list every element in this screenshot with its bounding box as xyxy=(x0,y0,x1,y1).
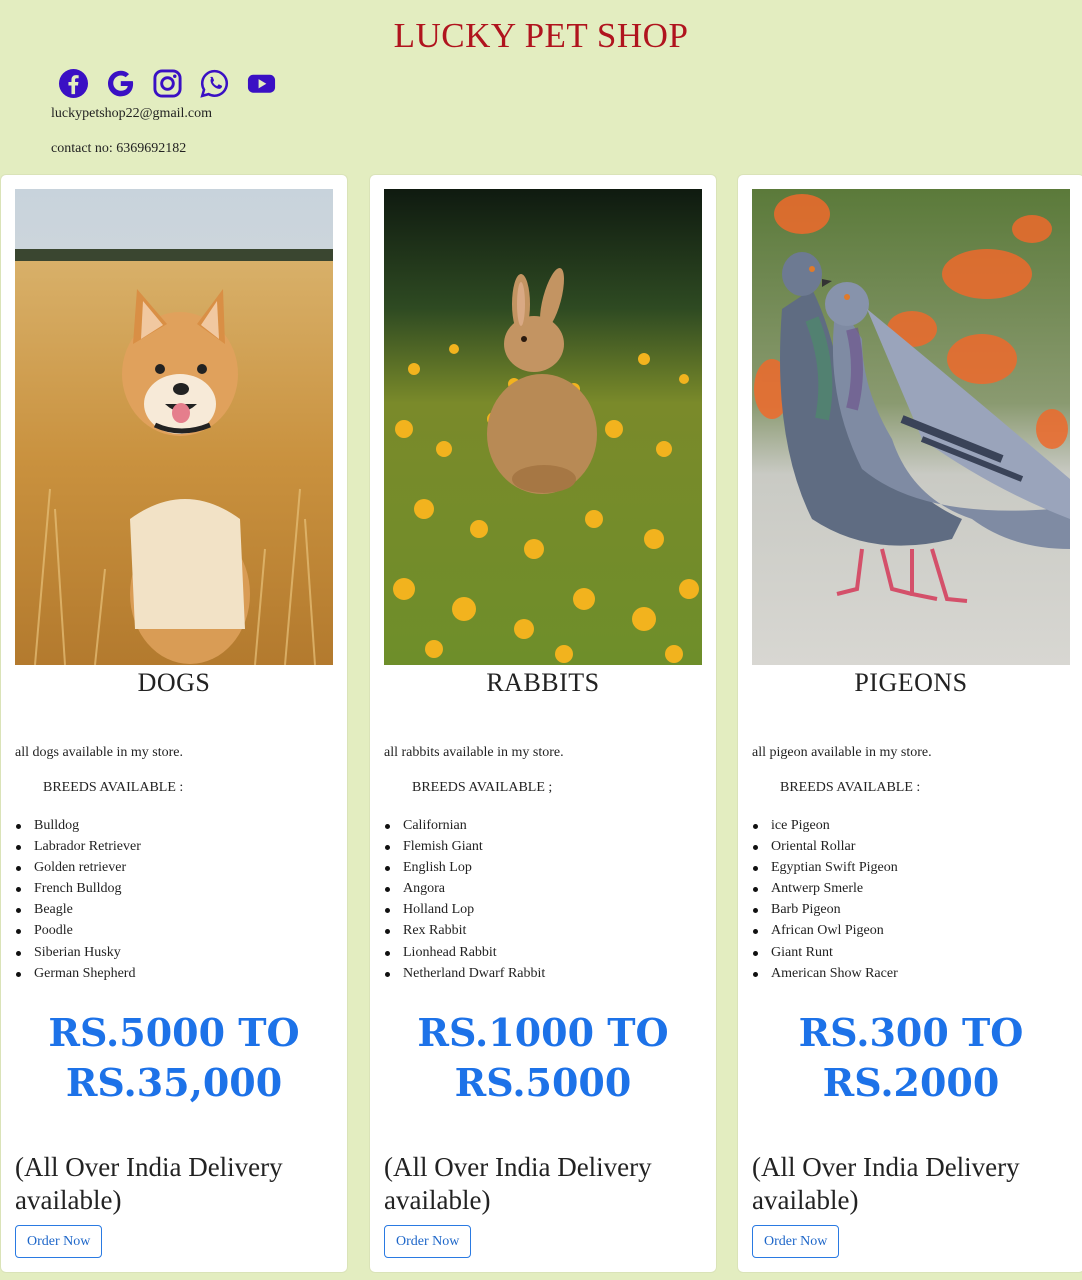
price-from: RS.300 TO xyxy=(798,1010,1024,1055)
breeds-heading: BREEDS AVAILABLE ; xyxy=(412,780,553,795)
list-item: Holland Lop xyxy=(384,899,545,920)
product-card-pigeons: PIGEONS all pigeon available in my store… xyxy=(738,175,1082,1272)
list-item: Labrador Retriever xyxy=(15,836,141,857)
order-now-button[interactable]: Order Now xyxy=(752,1225,840,1258)
list-item: Angora xyxy=(384,878,545,899)
list-item: Giant Runt xyxy=(752,942,898,963)
list-item: Lionhead Rabbit xyxy=(384,942,545,963)
list-item: Rex Rabbit xyxy=(384,920,545,941)
card-description: all dogs available in my store. xyxy=(15,745,183,760)
list-item: ice Pigeon xyxy=(752,815,898,836)
breeds-list: ice Pigeon Oriental Rollar Egyptian Swif… xyxy=(752,815,898,984)
list-item: Siberian Husky xyxy=(15,942,141,963)
delivery-note: (All Over India Delivery available) xyxy=(384,1152,652,1215)
google-icon[interactable] xyxy=(105,68,136,99)
site-header: LUCKY PET SHOP luckypetshop22@gmail.com … xyxy=(0,0,1082,175)
list-item: Egyptian Swift Pigeon xyxy=(752,857,898,878)
price-range: RS.300 TO RS.2000 xyxy=(738,1008,1082,1108)
card-title: DOGS xyxy=(137,668,211,697)
breeds-list: Californian Flemish Giant English Lop An… xyxy=(384,815,545,984)
price-to: RS.2000 xyxy=(822,1060,1000,1105)
youtube-icon[interactable] xyxy=(246,68,277,99)
card-title: PIGEONS xyxy=(854,668,968,697)
card-description: all pigeon available in my store. xyxy=(752,745,932,760)
order-now-button[interactable]: Order Now xyxy=(384,1225,472,1258)
list-item: Flemish Giant xyxy=(384,836,545,857)
contact-number: contact no: 6369692182 xyxy=(51,141,187,156)
list-item: Barb Pigeon xyxy=(752,899,898,920)
price-range: RS.1000 TO RS.5000 xyxy=(370,1008,716,1108)
page-title: LUCKY PET SHOP xyxy=(393,16,689,55)
card-description: all rabbits available in my store. xyxy=(384,745,564,760)
price-to: RS.35,000 xyxy=(65,1060,283,1105)
list-item: Oriental Rollar xyxy=(752,836,898,857)
whatsapp-icon[interactable] xyxy=(199,68,230,99)
breeds-list: Bulldog Labrador Retriever Golden retrie… xyxy=(15,815,141,984)
price-from: RS.5000 TO xyxy=(48,1010,300,1055)
list-item: Golden retriever xyxy=(15,857,141,878)
list-item: Antwerp Smerle xyxy=(752,878,898,899)
product-card-dogs: DOGS all dogs available in my store. BRE… xyxy=(1,175,347,1272)
list-item: Bulldog xyxy=(15,815,141,836)
list-item: Poodle xyxy=(15,920,141,941)
list-item: English Lop xyxy=(384,857,545,878)
list-item: Californian xyxy=(384,815,545,836)
price-range: RS.5000 TO RS.35,000 xyxy=(1,1008,347,1108)
rabbit-photo xyxy=(384,189,702,665)
list-item: African Owl Pigeon xyxy=(752,920,898,941)
product-card-rabbits: RABBITS all rabbits available in my stor… xyxy=(370,175,716,1272)
dog-photo xyxy=(15,189,333,665)
facebook-icon[interactable] xyxy=(58,68,89,99)
list-item: American Show Racer xyxy=(752,963,898,984)
pigeon-photo xyxy=(752,189,1070,665)
list-item: French Bulldog xyxy=(15,878,141,899)
delivery-note: (All Over India Delivery available) xyxy=(752,1152,1020,1215)
list-item: Netherland Dwarf Rabbit xyxy=(384,963,545,984)
social-links xyxy=(58,68,277,99)
product-cards: DOGS all dogs available in my store. BRE… xyxy=(0,175,1082,1280)
card-title: RABBITS xyxy=(486,668,600,697)
contact-email: luckypetshop22@gmail.com xyxy=(51,106,213,121)
price-to: RS.5000 xyxy=(454,1060,632,1105)
breeds-heading: BREEDS AVAILABLE : xyxy=(43,780,184,795)
instagram-icon[interactable] xyxy=(152,68,183,99)
list-item: German Shepherd xyxy=(15,963,141,984)
order-now-button[interactable]: Order Now xyxy=(15,1225,103,1258)
delivery-note: (All Over India Delivery available) xyxy=(15,1152,283,1215)
price-from: RS.1000 TO xyxy=(417,1010,669,1055)
breeds-heading: BREEDS AVAILABLE : xyxy=(780,780,921,795)
list-item: Beagle xyxy=(15,899,141,920)
